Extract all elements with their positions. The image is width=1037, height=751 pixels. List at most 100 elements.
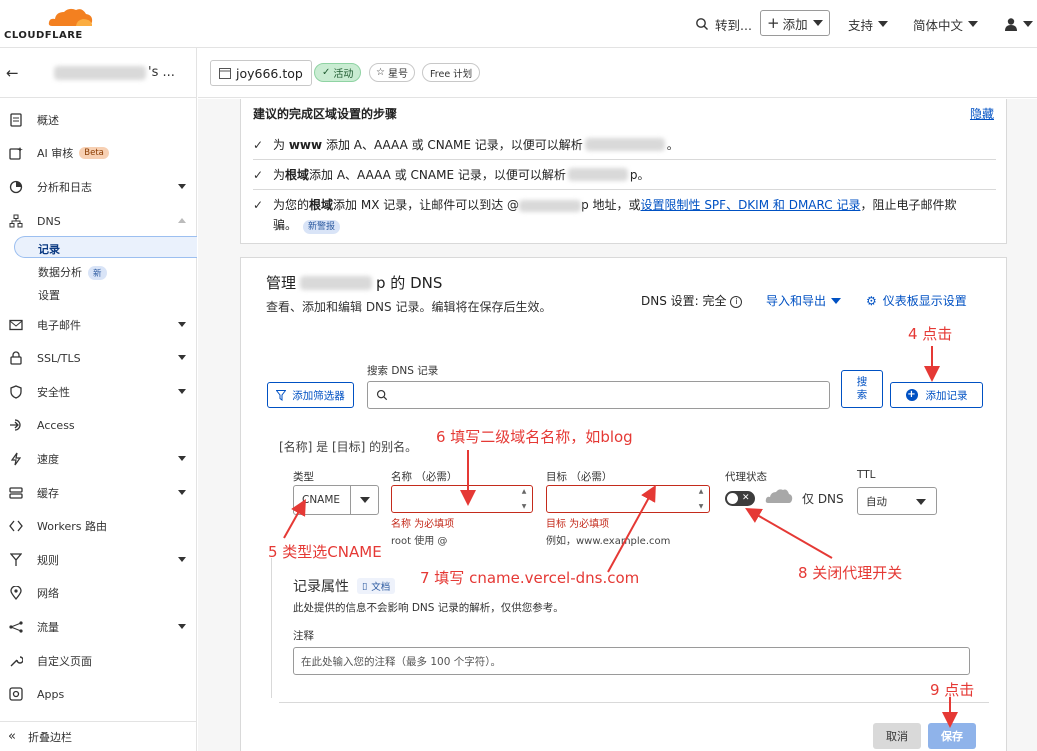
add-button[interactable]: + 添加 xyxy=(760,10,830,36)
check-icon: ✓ xyxy=(253,198,264,212)
language-menu[interactable]: 简体中文 xyxy=(913,0,979,48)
toggle-knob xyxy=(727,493,738,504)
search-label: 搜索 DNS 记录 xyxy=(367,365,439,377)
sidebar-item-ssl[interactable]: SSL/TLS xyxy=(0,346,197,370)
check-icon: ✓ xyxy=(253,167,264,182)
sidebar-item-speed[interactable]: 速度 xyxy=(0,447,197,471)
cloudflare-cloud-icon xyxy=(48,8,93,26)
annotation-step-6: 6 填写二级域名名称，如blog xyxy=(436,428,633,446)
search-icon xyxy=(696,18,708,30)
sidebar-item-cache[interactable]: 缓存 xyxy=(0,481,197,505)
user-menu[interactable] xyxy=(1004,0,1033,48)
mail-icon xyxy=(8,319,24,331)
info-icon[interactable]: i xyxy=(730,295,743,308)
record-type-select[interactable]: CNAME xyxy=(293,485,379,515)
hide-link[interactable]: 隐藏 xyxy=(970,105,994,122)
chevron-down-icon xyxy=(812,20,823,26)
stepper-icon[interactable]: ▲ ▼ xyxy=(696,488,706,510)
sidebar-item-dns[interactable]: DNS xyxy=(0,209,197,233)
top-bar: CLOUDFLARE 转到... + 添加 支持 简体中文 xyxy=(0,0,1037,48)
type-label: 类型 xyxy=(293,471,314,483)
add-record-button[interactable]: + 添加记录 xyxy=(890,382,983,408)
sidebar-item-security[interactable]: 安全性 xyxy=(0,380,197,404)
star-button[interactable]: ☆ 星号 xyxy=(369,63,415,82)
cancel-button[interactable]: 取消 xyxy=(873,723,921,749)
sidebar-item-access[interactable]: Access xyxy=(0,413,197,437)
record-attributes-heading: 记录属性 ▯ 文档 xyxy=(293,576,396,596)
add-filter-button[interactable]: 添加筛选器 xyxy=(267,382,354,408)
chevron-down-icon xyxy=(350,486,378,514)
chevron-down-icon xyxy=(178,322,186,327)
new-alert-badge: 新警报 xyxy=(303,220,341,234)
sidebar-item-network[interactable]: 网络 xyxy=(0,581,197,605)
chevron-down-icon xyxy=(831,297,842,304)
comment-input[interactable]: 在此处输入您的注释（最多 100 个字符）。 xyxy=(293,647,970,675)
name-input[interactable]: ▲ ▼ xyxy=(391,485,533,513)
lock-icon xyxy=(8,351,24,365)
sidebar-sub-analytics[interactable]: 数据分析新 xyxy=(38,264,107,280)
star-icon: ☆ xyxy=(376,67,385,78)
sidebar: ← 's ... 概述 AI 审核 Beta 分析和日志 DNS 记录 数据分析… xyxy=(0,48,197,751)
dns-setting-status: DNS 设置: 完全 i xyxy=(641,292,743,309)
annotation-step-8: 8 关闭代理开关 xyxy=(798,564,903,582)
support-menu[interactable]: 支持 xyxy=(848,0,889,48)
search-input[interactable] xyxy=(367,381,830,409)
docs-link[interactable]: ▯ 文档 xyxy=(357,578,396,594)
check-icon: ✓ xyxy=(253,137,264,152)
record-attributes-desc: 此处提供的信息不会影响 DNS 记录的解析，仅供您参考。 xyxy=(293,602,564,614)
book-icon: ▯ xyxy=(362,580,368,592)
dns-description: 查看、添加和编辑 DNS 记录。编辑将在保存后生效。 xyxy=(266,300,552,314)
dns-records-card: 管理 p 的 DNS 查看、添加和编辑 DNS 记录。编辑将在保存后生效。 DN… xyxy=(240,257,1007,751)
proxy-toggle[interactable]: ✕ xyxy=(725,491,755,506)
sidebar-item-workers-routes[interactable]: Workers 路由 xyxy=(0,514,197,538)
target-hint: 例如，www.example.com xyxy=(546,536,671,547)
name-hint: root 使用 @ xyxy=(391,536,448,547)
cloudflare-logo[interactable]: CLOUDFLARE xyxy=(4,6,94,42)
back-arrow-icon[interactable]: ← xyxy=(6,64,26,82)
shield-icon xyxy=(8,385,24,399)
sidebar-item-rules[interactable]: 规则 xyxy=(0,548,197,572)
sidebar-item-overview[interactable]: 概述 xyxy=(0,108,197,132)
account-switcher[interactable]: ← 's ... xyxy=(0,48,197,98)
logo-text: CLOUDFLARE xyxy=(4,30,83,41)
goto-button[interactable]: 转到... xyxy=(695,0,752,48)
setup-steps-card: 建议的完成区域设置的步骤 隐藏 ✓ 为 www 添加 A、AAAA 或 CNAM… xyxy=(240,99,1007,244)
user-icon xyxy=(1005,18,1017,31)
search-button[interactable]: 搜 索 xyxy=(841,370,883,408)
target-input[interactable]: ▲ ▼ xyxy=(546,485,710,513)
stepper-icon[interactable]: ▲ ▼ xyxy=(519,488,529,510)
ai-icon xyxy=(8,146,24,160)
ttl-select[interactable]: 自动 xyxy=(857,487,937,515)
sidebar-item-email[interactable]: 电子邮件 xyxy=(0,313,197,337)
chevron-down-icon xyxy=(916,499,926,505)
sidebar-item-traffic[interactable]: 流量 xyxy=(0,615,197,639)
sidebar-item-apps[interactable]: Apps xyxy=(0,682,197,706)
sidebar-sub-records[interactable]: 记录 xyxy=(38,241,60,257)
sidebar-item-analytics[interactable]: 分析和日志 xyxy=(0,175,197,199)
sidebar-sub-settings[interactable]: 设置 xyxy=(38,287,60,303)
chevron-down-icon xyxy=(968,21,979,27)
beta-badge: Beta xyxy=(79,147,109,159)
dashboard-display-settings[interactable]: ⚙ 仪表板显示设置 xyxy=(866,292,967,309)
collapse-sidebar-button[interactable]: « 折叠边栏 xyxy=(0,721,197,751)
save-button[interactable]: 保存 xyxy=(928,723,976,749)
plus-circle-icon: + xyxy=(905,389,918,401)
name-error: 名称 为必填项 xyxy=(391,519,455,530)
zone-selector[interactable]: joy666.top xyxy=(210,60,312,86)
target-label: 目标 （必需） xyxy=(546,471,613,483)
plan-badge[interactable]: Free 计划 xyxy=(422,63,481,82)
sidebar-item-custom-pages[interactable]: 自定义页面 xyxy=(0,649,197,673)
dns-title: 管理 p 的 DNS xyxy=(266,274,443,292)
cloud-icon xyxy=(765,489,793,503)
close-icon: ✕ xyxy=(742,493,750,503)
location-icon xyxy=(8,586,24,600)
import-export-menu[interactable]: 导入和导出 xyxy=(766,292,842,309)
apps-icon xyxy=(8,687,24,701)
cache-icon xyxy=(8,487,24,499)
spf-dkim-dmarc-link[interactable]: 设置限制性 SPF、DKIM 和 DMARC 记录 xyxy=(641,198,861,212)
bolt-icon xyxy=(8,452,24,466)
sidebar-item-ai-audit[interactable]: AI 审核 Beta xyxy=(0,141,197,165)
comment-label: 注释 xyxy=(293,630,314,642)
ttl-label: TTL xyxy=(857,469,876,481)
account-name-redacted xyxy=(54,65,146,80)
